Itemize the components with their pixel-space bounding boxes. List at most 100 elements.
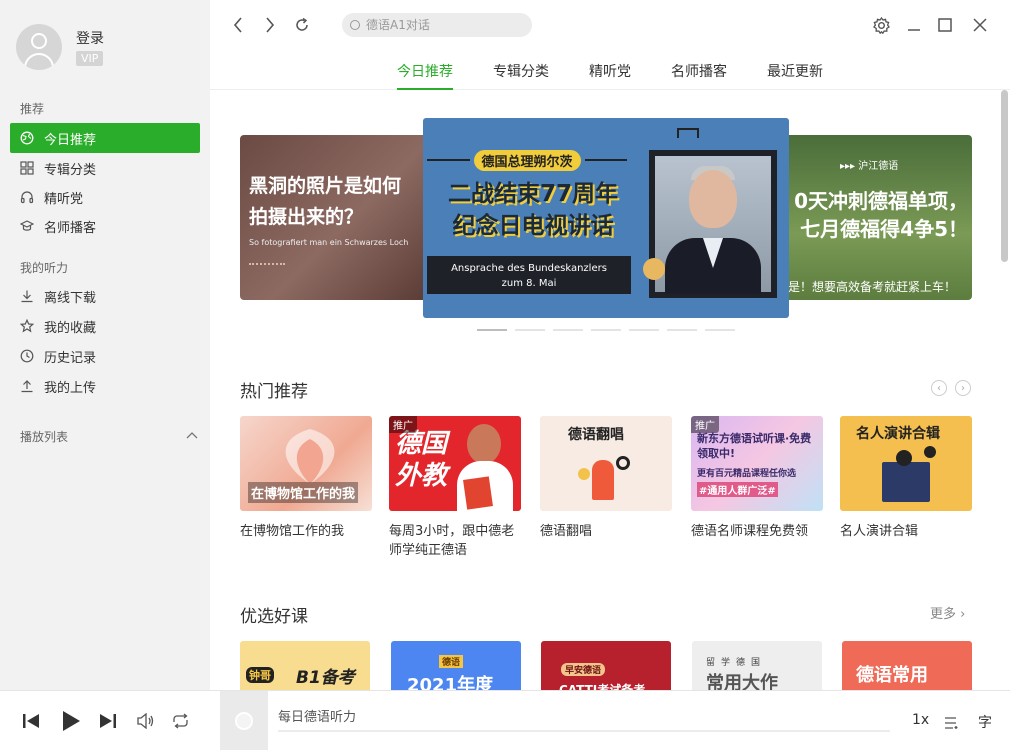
section-title-recommend: 推荐 (20, 102, 45, 116)
banner-right[interactable]: ▸▸▸ 沪江德语 0天冲刺德福单项， 七月德福得4争5！ 是！想要高效备考就赶紧… (780, 135, 972, 300)
card-thumbnail: 新东方德语试听课·免费领取中! 更有百元精品课程任你选 #通用人群广泛# 推广 (691, 416, 823, 511)
back-arrow-icon[interactable] (228, 14, 248, 36)
course-card[interactable]: 德语 2021年度 (391, 641, 521, 691)
course-card[interactable]: 德语常用 (842, 641, 972, 691)
banner-main[interactable]: 德国总理朔尔茨 二战结束77周年 纪念日电视讲话 Ansprache des B… (423, 118, 789, 318)
course-card[interactable]: 钟哥 B1备考 (240, 641, 370, 691)
volume-icon[interactable] (137, 711, 155, 731)
chevron-up-icon[interactable] (186, 428, 198, 439)
course-card[interactable]: 留学德国 常用大作 (692, 641, 822, 691)
section-title-my-listening: 我的听力 (20, 261, 69, 275)
portrait-image (649, 150, 777, 298)
previous-track-icon[interactable] (22, 711, 40, 731)
sidebar-item-label: 离线下载 (44, 290, 97, 306)
sidebar-item-history[interactable]: 历史记录 (10, 341, 200, 371)
sidebar: 登录 VIP 推荐 今日推荐 专辑分类 精听党 名师播客 我的听力 离线下载 我… (0, 0, 210, 690)
hot-card[interactable]: 德国外教 推广 每周3小时，跟中德老师学纯正德语 (389, 416, 521, 560)
maximize-icon[interactable] (935, 14, 955, 36)
carousel-dot[interactable] (629, 329, 659, 331)
section-title-courses: 优选好课 (240, 607, 308, 627)
card-title: 德语翻唱 (540, 524, 593, 539)
sidebar-item-download[interactable]: 离线下载 (10, 281, 200, 311)
tab-bar: 今日推荐 专辑分类 精听党 名师播客 最近更新 (210, 50, 1010, 90)
headphones-icon (20, 190, 34, 204)
login-link[interactable]: 登录 (76, 28, 104, 48)
vip-badge: VIP (76, 51, 104, 66)
sidebar-item-label: 专辑分类 (44, 162, 97, 178)
grid-icon (20, 161, 34, 175)
repeat-icon[interactable] (172, 711, 189, 731)
tab-today[interactable]: 今日推荐 (397, 61, 453, 81)
banner-left[interactable]: 黑洞的照片是如何拍摄出来的？ So fotografiert man ein S… (240, 135, 430, 300)
play-icon[interactable] (61, 711, 81, 731)
banner-main-caption: Ansprache des Bundeskanzlers zum 8. Mai (427, 256, 631, 294)
card-title: 名人演讲合辑 (840, 524, 919, 539)
hot-card[interactable]: 新东方德语试听课·免费领取中! 更有百元精品课程任你选 #通用人群广泛# 推广 … (691, 416, 823, 541)
carousel-dot[interactable] (667, 329, 697, 331)
top-bar (210, 0, 1010, 50)
carousel-dots (477, 329, 735, 331)
card-title: 在博物馆工作的我 (240, 524, 345, 539)
course-card[interactable]: 早安德语 CATTI考试备考 (541, 641, 671, 691)
forward-arrow-icon[interactable] (260, 14, 280, 36)
sidebar-item-teachers[interactable]: 名师播客 (10, 211, 200, 241)
sidebar-item-today[interactable]: 今日推荐 (10, 123, 200, 153)
sidebar-item-label: 今日推荐 (44, 132, 97, 148)
chevron-right-icon: › (960, 607, 966, 622)
tab-recent[interactable]: 最近更新 (767, 61, 823, 81)
graduation-cap-icon (20, 219, 34, 233)
progress-bar[interactable] (278, 730, 890, 732)
speed-button[interactable]: 1x (912, 712, 929, 728)
decoration-dot (643, 258, 665, 280)
tab-teachers[interactable]: 名师播客 (671, 61, 727, 81)
tab-albums[interactable]: 专辑分类 (493, 61, 549, 81)
decoration-bracket (677, 128, 699, 138)
carousel-dot[interactable] (515, 329, 545, 331)
playlist-icon[interactable] (944, 713, 960, 733)
more-link[interactable]: 更多 › (930, 603, 965, 622)
section-title-playlist[interactable]: 播放列表 (20, 428, 68, 445)
clock-icon (20, 349, 34, 363)
sidebar-item-label: 我的上传 (44, 380, 97, 396)
carousel-dot[interactable] (553, 329, 583, 331)
avatar[interactable] (16, 24, 62, 70)
card-title: 每周3小时，跟中德老师学纯正德语 (389, 524, 515, 558)
banner-left-subtitle: So fotografiert man ein Schwarzes Loch (249, 238, 409, 247)
search-bar[interactable] (342, 13, 532, 37)
sidebar-item-intensive[interactable]: 精听党 (10, 182, 200, 212)
carousel-dot[interactable] (591, 329, 621, 331)
search-input[interactable] (366, 18, 526, 32)
wave-decoration (249, 263, 285, 271)
sidebar-item-uploads[interactable]: 我的上传 (10, 371, 200, 401)
sidebar-item-favorites[interactable]: 我的收藏 (10, 311, 200, 341)
card-title: 德语名师课程免费领 (691, 524, 809, 539)
refresh-icon[interactable] (292, 14, 312, 36)
lyrics-button[interactable]: 字 (978, 712, 992, 732)
close-icon[interactable] (970, 14, 990, 36)
banner-right-title: 0天冲刺德福单项， 七月德福得4争5！ (794, 189, 968, 241)
carousel-dot[interactable] (705, 329, 735, 331)
promo-badge: 推广 (389, 416, 417, 433)
sidebar-item-albums[interactable]: 专辑分类 (10, 153, 200, 183)
hot-card[interactable]: 名人演讲合辑 名人演讲合辑 (840, 416, 972, 541)
next-track-icon[interactable] (99, 711, 117, 731)
user-panel[interactable]: 登录 VIP (16, 24, 104, 70)
minimize-icon[interactable] (904, 14, 924, 36)
banner-right-logo: ▸▸▸ 沪江德语 (840, 161, 899, 172)
chevron-right-icon[interactable]: › (955, 380, 971, 396)
hot-card[interactable]: 德语翻唱 德语翻唱 (540, 416, 672, 541)
gear-icon[interactable] (871, 14, 891, 36)
tab-intensive[interactable]: 精听党 (589, 61, 631, 81)
scrollbar[interactable] (1001, 90, 1008, 262)
sidebar-item-label: 我的收藏 (44, 320, 97, 336)
promo-badge: 推广 (691, 416, 719, 433)
sidebar-item-label: 名师播客 (44, 220, 97, 236)
banner-left-title: 黑洞的照片是如何拍摄出来的？ (249, 175, 402, 228)
carousel-dot[interactable] (477, 329, 507, 331)
upload-icon (20, 379, 34, 393)
hot-card[interactable]: 在博物馆工作的我 在博物馆工作的我 (240, 416, 372, 541)
chevron-left-icon[interactable]: ‹ (931, 380, 947, 396)
player-bar: 每日德语听力 1x 字 (0, 690, 1010, 750)
track-cover[interactable] (220, 691, 268, 750)
tab-underline (397, 88, 453, 90)
